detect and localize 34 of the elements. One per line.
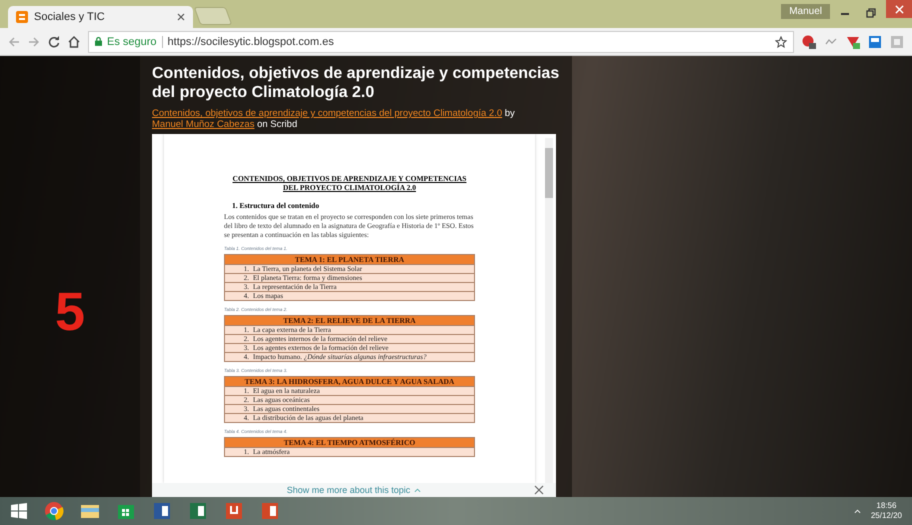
app-icon[interactable] bbox=[224, 501, 244, 521]
author-link[interactable]: Manuel Muñoz Cabezas bbox=[152, 119, 254, 130]
close-window-button[interactable] bbox=[886, 0, 912, 18]
page-title: Contenidos, objetivos de aprendizaje y competencias del proyecto Climatología 2.0 bbox=[152, 64, 560, 102]
address-bar[interactable]: Es seguro https://socilesytic.blogspot.com.es bbox=[88, 30, 794, 52]
reload-icon[interactable] bbox=[48, 36, 60, 48]
star-icon[interactable] bbox=[775, 36, 787, 48]
clock-time: 18:56 bbox=[876, 501, 896, 511]
windows-start-icon[interactable] bbox=[10, 502, 28, 520]
security-label: Es seguro bbox=[107, 36, 157, 48]
attribution-text: Contenidos, objetivos de aprendizaje y competencias del proyecto Climatología 2.0 by Manuel Muñoz Cabezas on Scribd bbox=[152, 108, 516, 130]
word-document-icon[interactable] bbox=[152, 501, 172, 521]
home-icon[interactable] bbox=[68, 36, 80, 48]
close-icon bbox=[894, 4, 904, 14]
extension-icon[interactable] bbox=[802, 34, 816, 48]
tab-title: Sociales y TIC bbox=[34, 11, 106, 23]
blog-favicon-icon bbox=[16, 11, 28, 23]
close-tab-icon[interactable] bbox=[177, 13, 185, 21]
show-more-link[interactable]: Show me more about this topic bbox=[286, 485, 410, 495]
clock-date: 25/12/20 bbox=[870, 511, 902, 521]
url-text: https://socilesytic.blogspot.com.es bbox=[168, 36, 334, 48]
chrome-icon[interactable] bbox=[44, 501, 64, 521]
extension-icon[interactable] bbox=[846, 34, 860, 48]
spreadsheet-icon[interactable] bbox=[188, 501, 208, 521]
presentation-icon[interactable] bbox=[260, 501, 280, 521]
caret-icon bbox=[414, 488, 422, 492]
extension-icon[interactable] bbox=[868, 34, 882, 48]
browser-tab[interactable]: Sociales y TIC bbox=[8, 6, 193, 28]
document-link[interactable]: Contenidos, objetivos de aprendizaje y competencias del proyecto Climatología 2.0 bbox=[152, 108, 502, 119]
restore-icon[interactable] bbox=[866, 8, 876, 18]
close-icon[interactable] bbox=[534, 485, 544, 495]
slide-number: 5 bbox=[54, 280, 86, 342]
caret-icon[interactable] bbox=[854, 508, 861, 514]
lock-icon bbox=[95, 37, 102, 46]
